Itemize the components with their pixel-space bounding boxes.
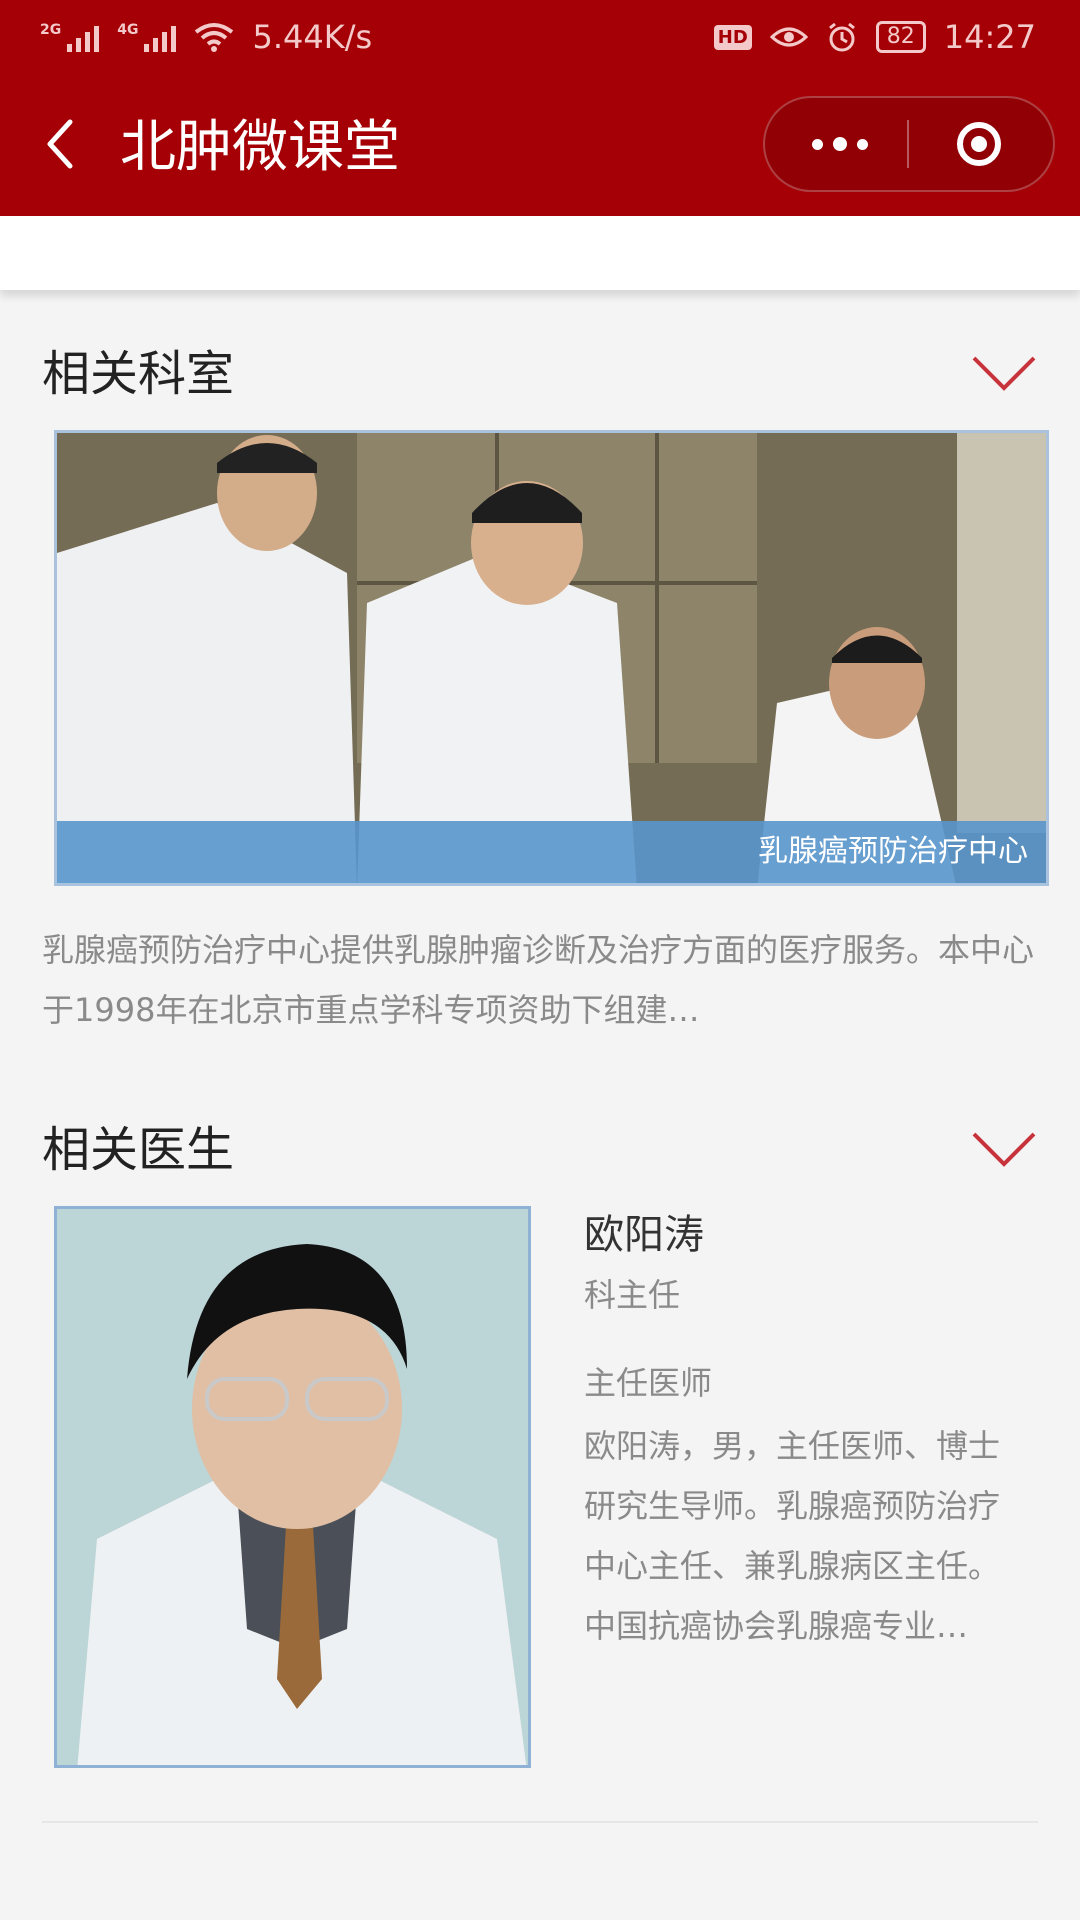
department-description: 乳腺癌预防治疗中心提供乳腺肿瘤诊断及治疗方面的医疗服务。本中心于1998年在北京… (42, 931, 1035, 1029)
signal-icon: 2G (40, 22, 100, 52)
signal-icon: 4G (117, 22, 177, 52)
top-card (0, 216, 1080, 290)
doctor-title: 主任医师 (584, 1364, 713, 1402)
capsule-divider (907, 120, 909, 168)
alarm-icon (828, 22, 855, 52)
eye-icon (769, 27, 808, 47)
signal-1-label: 2G (40, 22, 62, 38)
app-header: 北肿微课堂 (0, 76, 1080, 216)
status-bar: 2G 4G 5.44K/s HD 82 14:27 (0, 0, 1080, 76)
department-image[interactable]: 乳腺癌预防治疗中心 (54, 430, 1049, 886)
doctor-name[interactable]: 欧阳涛 (584, 1205, 704, 1265)
network-speed: 5.44K/s (252, 18, 373, 56)
doctor-bio: 欧阳涛，男，主任医师、博士研究生导师。乳腺癌预防治疗中心主任、兼乳腺病区主任。中… (584, 1427, 1001, 1645)
battery-indicator: 82 (875, 21, 926, 53)
doctor-role: 科主任 (584, 1276, 681, 1314)
doctor-portrait (57, 1209, 528, 1765)
hd-badge: HD (713, 24, 752, 50)
page-title: 北肿微课堂 (120, 115, 400, 180)
department-caption: 乳腺癌预防治疗中心 (57, 821, 1046, 883)
signal-2-label: 4G (117, 22, 139, 38)
doctors-section-title: 相关医生 (42, 1122, 235, 1178)
departments-section-title: 相关科室 (42, 346, 235, 402)
department-photo (57, 433, 1046, 883)
chevron-left-icon[interactable] (40, 114, 100, 174)
doctor-photo[interactable] (54, 1206, 531, 1768)
chevron-down-icon[interactable] (970, 354, 1038, 394)
divider (42, 1821, 1038, 1823)
chevron-down-icon[interactable] (970, 1130, 1038, 1170)
wifi-icon (195, 23, 234, 52)
more-dots-icon[interactable] (805, 120, 875, 168)
mini-program-capsule (763, 96, 1055, 192)
target-close-icon[interactable] (955, 120, 1003, 168)
clock: 14:27 (943, 18, 1036, 56)
